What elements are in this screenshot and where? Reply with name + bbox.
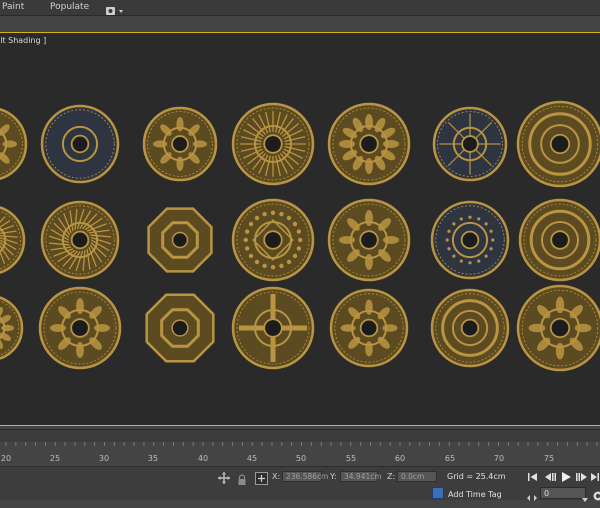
ceiling-medallion [42,202,118,278]
ceiling-medallion [147,295,214,362]
ceiling-medallion [42,106,118,182]
ceiling-medallion [434,108,506,180]
transform-gizmo-icon[interactable] [217,470,231,489]
ceiling-medallion [432,202,508,278]
ceiling-medallion [518,286,600,370]
ceiling-medallion [149,209,212,272]
ceiling-medallion [40,288,120,368]
time-tag-icon[interactable] [432,487,444,499]
menu-populate[interactable]: Populate [50,2,89,12]
go-to-end-icon[interactable] [590,469,600,483]
tick-label: 65 [445,454,455,463]
absolute-mode-icon[interactable] [255,470,268,489]
tick-label: 45 [247,454,257,463]
tick-label: 50 [296,454,306,463]
tick-label: 75 [544,454,554,463]
ceiling-medallion [432,290,508,366]
ceiling-medallion [233,200,313,280]
timeline-ruler[interactable] [0,442,600,452]
ceiling-medallion [233,288,313,368]
z-label: Z: [387,472,395,481]
x-coordinate-field[interactable]: 236.586cm [282,471,322,482]
medallion-gallery [0,33,600,426]
tick-label: 25 [50,454,60,463]
ceiling-medallion [0,206,24,274]
time-config-icon[interactable] [592,487,600,506]
y-coordinate-field[interactable]: 34.941cm [340,471,378,482]
tick-label: 30 [99,454,109,463]
camera-icon[interactable] [105,2,125,14]
tick-label: 20 [1,454,11,463]
chevron-down-icon[interactable] [581,489,589,508]
tick-label: 40 [198,454,208,463]
ceiling-medallion [520,200,600,280]
lock-icon[interactable] [237,471,247,490]
tick-label: 35 [148,454,158,463]
status-bar: X: 236.586cm Y: 34.941cm Z: 0.0cm Grid =… [0,466,600,500]
z-coordinate-field[interactable]: 0.0cm [397,471,437,482]
ceiling-medallion [144,108,216,180]
add-time-tag-button[interactable]: Add Time Tag [448,490,502,499]
grid-size: Grid = 25.4cm [447,472,506,481]
timeline-track[interactable] [0,429,600,442]
tick-label: 55 [346,454,356,463]
ceiling-medallion [0,108,26,180]
perspective-viewport[interactable]: ılt Shading ] [0,32,600,426]
ceiling-medallion [233,104,313,184]
ribbon-area [0,16,600,32]
ceiling-medallion [331,290,407,366]
next-key-icon[interactable] [575,469,589,483]
play-icon[interactable] [559,469,573,483]
ceiling-medallion [329,200,409,280]
current-frame-field[interactable]: 0 [540,487,586,499]
tick-label: 60 [395,454,405,463]
ceiling-medallion [518,102,600,186]
tick-label: 70 [494,454,504,463]
timeline[interactable]: 20 25 30 35 40 45 50 55 60 65 70 75 [0,426,600,466]
y-label: Y: [330,472,337,481]
go-to-start-icon[interactable] [526,469,540,483]
menu-paint[interactable]: Paint [2,2,24,12]
menu-bar: Paint Populate [0,0,600,16]
ceiling-medallion [0,296,22,360]
x-label: X: [272,472,280,481]
ceiling-medallion [329,104,409,184]
frame-spinner-arrows-icon[interactable] [526,488,538,507]
prev-key-icon[interactable] [543,469,557,483]
